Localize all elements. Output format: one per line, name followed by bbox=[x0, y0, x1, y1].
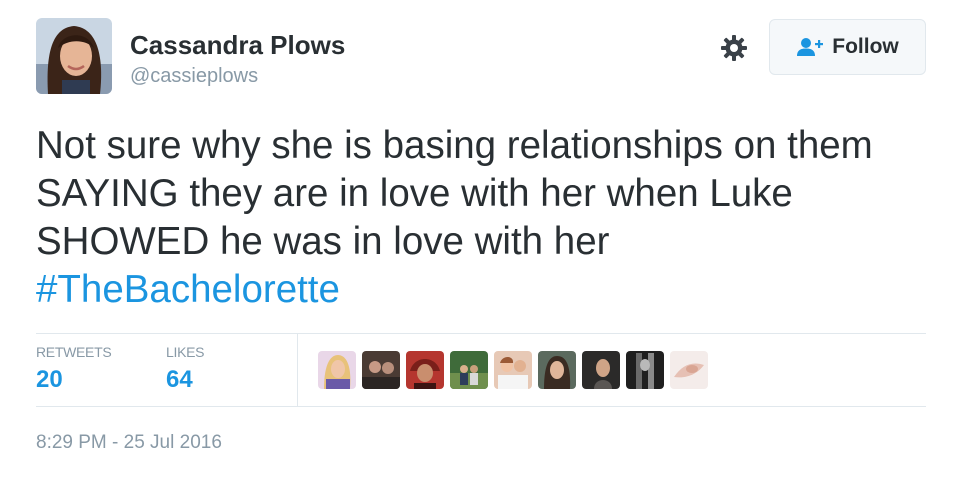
add-user-icon bbox=[797, 38, 824, 56]
liker-avatar[interactable] bbox=[450, 351, 488, 389]
tweet-line: Not sure why she is basing relationships… bbox=[36, 124, 873, 167]
likes-count: 64 bbox=[166, 366, 193, 393]
likes-stat[interactable]: LIKES 64 bbox=[166, 344, 205, 394]
stats-separator bbox=[297, 333, 298, 406]
liker-avatar[interactable] bbox=[670, 351, 708, 389]
likes-label: LIKES bbox=[166, 344, 205, 360]
liker-avatar[interactable] bbox=[582, 351, 620, 389]
liker-avatar[interactable] bbox=[626, 351, 664, 389]
likers-avatars bbox=[318, 351, 708, 389]
gear-icon[interactable] bbox=[719, 33, 749, 63]
tweet-line: SHOWED he was in love with her bbox=[36, 220, 610, 263]
liker-avatar[interactable] bbox=[362, 351, 400, 389]
liker-avatar[interactable] bbox=[406, 351, 444, 389]
stats-divider bbox=[36, 333, 926, 334]
tweet-line: SAYING they are in love with her when Lu… bbox=[36, 172, 793, 215]
hashtag-link[interactable]: #TheBachelorette bbox=[36, 266, 946, 314]
stats-divider-bottom bbox=[36, 406, 926, 407]
liker-avatar[interactable] bbox=[494, 351, 532, 389]
tweet-text: Not sure why she is basing relationships… bbox=[36, 122, 946, 314]
follow-button-label: Follow bbox=[832, 35, 899, 58]
liker-avatar[interactable] bbox=[538, 351, 576, 389]
liker-avatar[interactable] bbox=[318, 351, 356, 389]
avatar[interactable] bbox=[36, 18, 112, 94]
retweets-label: RETWEETS bbox=[36, 344, 112, 360]
author-display-name[interactable]: Cassandra Plows bbox=[130, 30, 345, 61]
author-handle[interactable]: @cassieplows bbox=[130, 65, 258, 88]
tweet-timestamp[interactable]: 8:29 PM - 25 Jul 2016 bbox=[36, 432, 222, 454]
follow-button[interactable]: Follow bbox=[769, 19, 926, 75]
tweet-card: Cassandra Plows @cassieplows Follow Not … bbox=[0, 0, 980, 493]
retweets-stat[interactable]: RETWEETS 20 bbox=[36, 344, 112, 394]
retweets-count: 20 bbox=[36, 366, 63, 393]
